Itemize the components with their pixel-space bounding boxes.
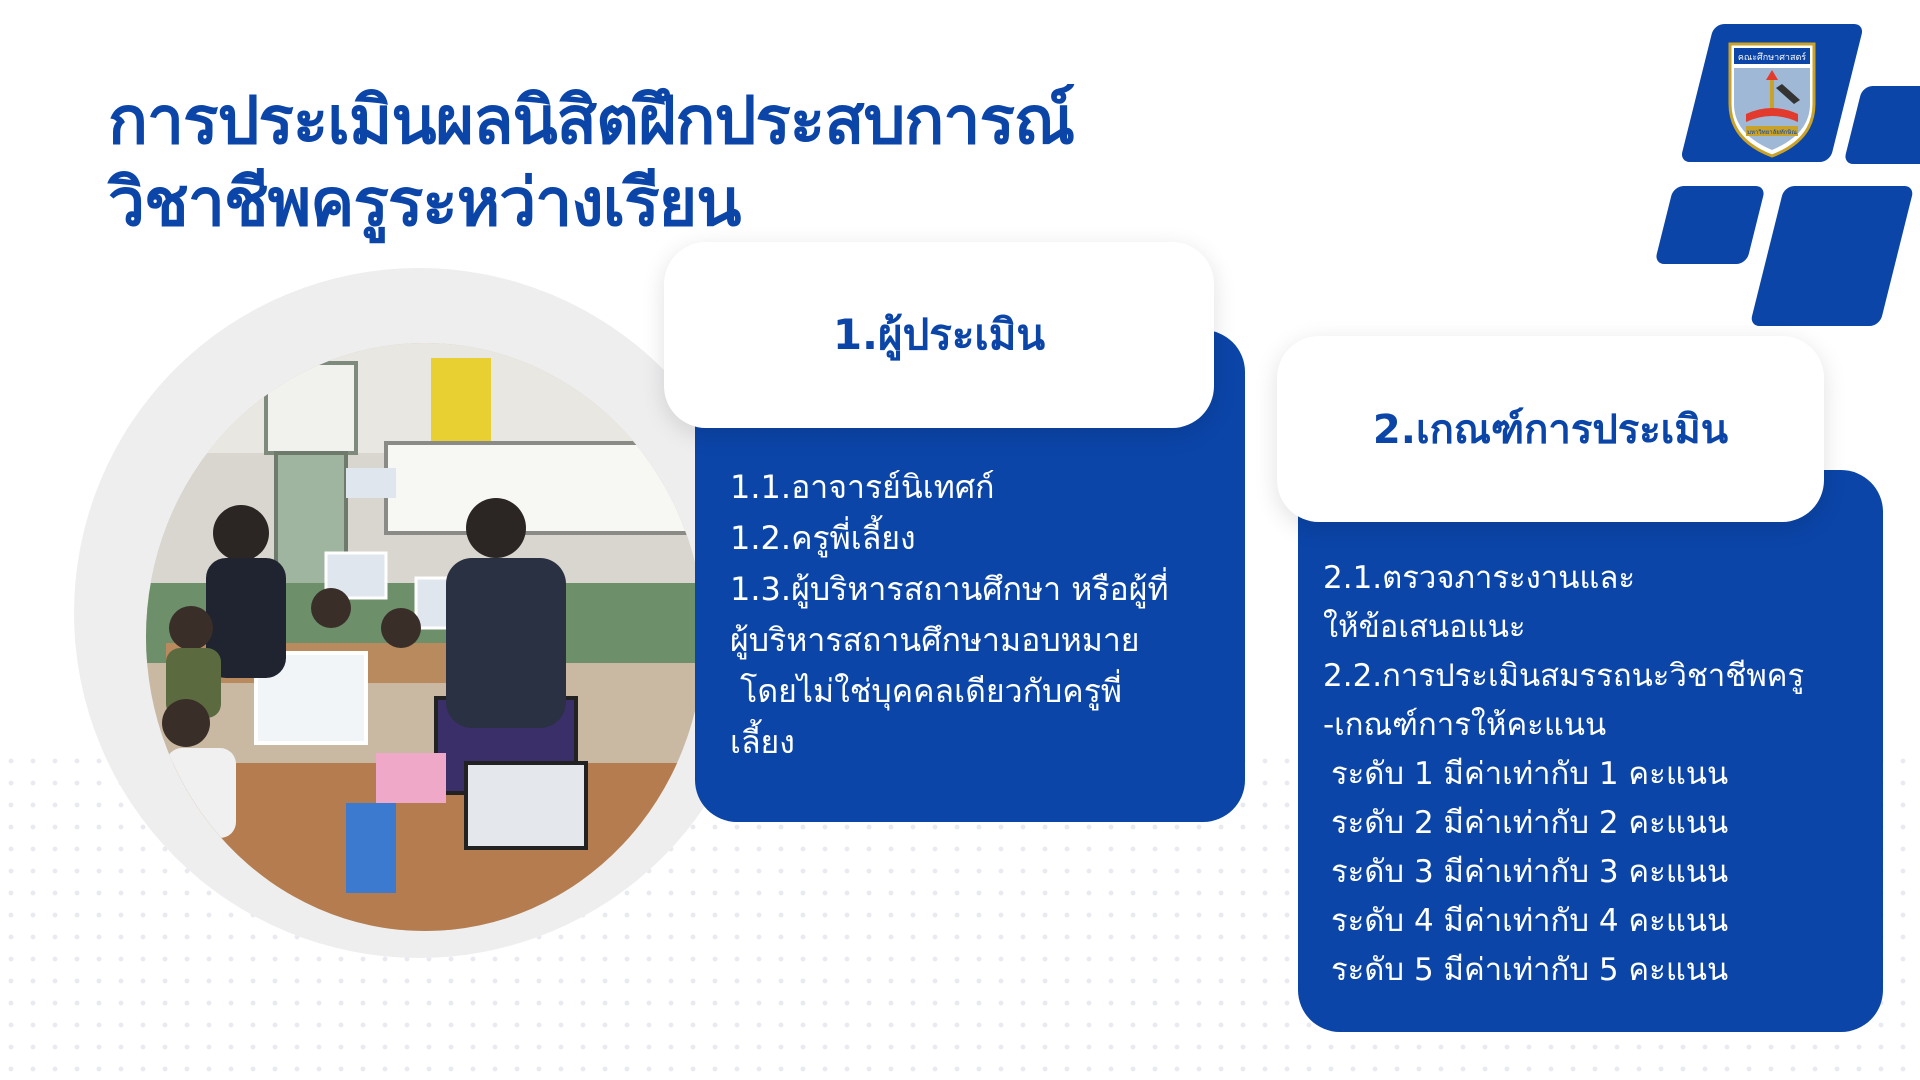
decor-parallelogram-2 bbox=[1843, 86, 1920, 164]
section-2-list: 2.1.ตรวจภาระงานและ ให้ข้อเสนอแนะ 2.2.การ… bbox=[1323, 554, 1871, 995]
decor-parallelogram-3 bbox=[1654, 186, 1766, 264]
score-level-item: ระดับ 3 มีค่าเท่ากับ 3 คะแนน bbox=[1331, 854, 1729, 890]
faculty-logo: คณะศึกษาศาสตร์ มหาวิทยาลัยทักษิณ bbox=[1724, 40, 1820, 158]
list-item: 1.2.ครูพี่เลี้ยง bbox=[730, 519, 916, 557]
section-2-heading: 2.เกณฑ์การประเมิน bbox=[1277, 336, 1824, 522]
svg-text:คณะศึกษาศาสตร์: คณะศึกษาศาสตร์ bbox=[1738, 51, 1806, 63]
svg-text:มหาวิทยาลัยทักษิณ: มหาวิทยาลัยทักษิณ bbox=[1747, 129, 1797, 136]
list-item: เลี้ยง bbox=[730, 723, 795, 761]
decor-parallelogram-4 bbox=[1749, 186, 1915, 326]
list-item: ให้ข้อเสนอแนะ bbox=[1323, 609, 1526, 645]
score-level-item: ระดับ 5 มีค่าเท่ากับ 5 คะแนน bbox=[1331, 952, 1729, 988]
title-line-1: การประเมินผลนิสิตฝึกประสบการณ์ bbox=[108, 82, 1075, 159]
score-level-item: ระดับ 2 มีค่าเท่ากับ 2 คะแนน bbox=[1331, 805, 1729, 841]
section-1-list: 1.1.อาจารย์นิเทศก์ 1.2.ครูพี่เลี้ยง 1.3.… bbox=[730, 462, 1230, 768]
page-title: การประเมินผลนิสิตฝึกประสบการณ์ วิชาชีพคร… bbox=[108, 80, 1075, 244]
list-item: 2.2.การประเมินสมรรถนะวิชาชีพครู bbox=[1323, 658, 1805, 694]
title-line-2: วิชาชีพครูระหว่างเรียน bbox=[108, 164, 741, 241]
list-item: ผู้บริหารสถานศึกษามอบหมาย bbox=[730, 621, 1140, 659]
list-item: -เกณฑ์การให้คะแนน bbox=[1323, 707, 1607, 743]
list-item: 1.1.อาจารย์นิเทศก์ bbox=[730, 468, 995, 506]
list-item: 1.3.ผู้บริหารสถานศึกษา หรือผู้ที่ bbox=[730, 570, 1169, 608]
list-item: 2.1.ตรวจภาระงานและ bbox=[1323, 560, 1636, 596]
list-item: โดยไม่ใช่บุคคลเดียวกับครูพี่ bbox=[730, 672, 1122, 710]
section-1-heading: 1.ผู้ประเมิน bbox=[664, 242, 1214, 428]
score-level-item: ระดับ 1 มีค่าเท่ากับ 1 คะแนน bbox=[1331, 756, 1729, 792]
classroom-photo bbox=[146, 343, 704, 931]
score-level-item: ระดับ 4 มีค่าเท่ากับ 4 คะแนน bbox=[1331, 903, 1729, 939]
